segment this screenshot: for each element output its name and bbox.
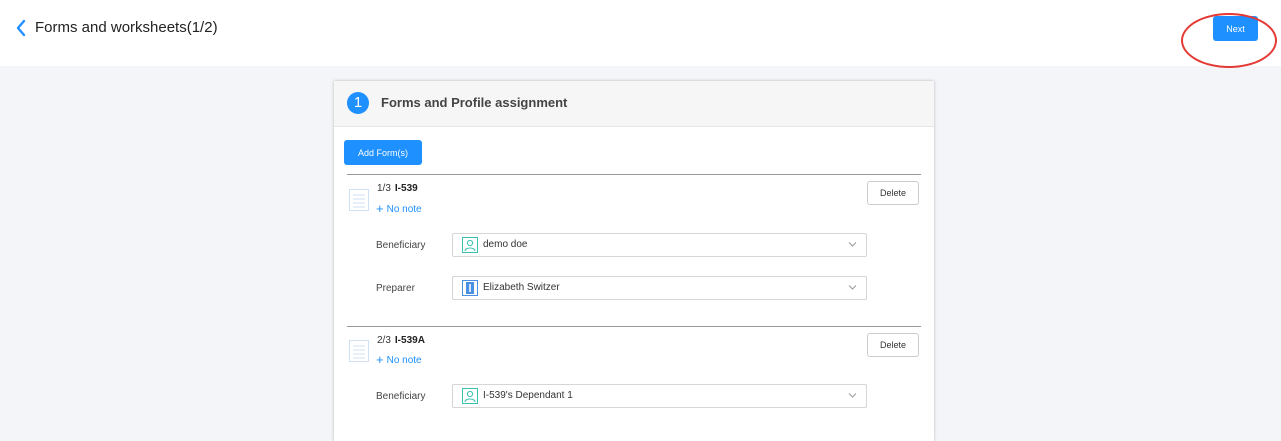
add-note-link[interactable]: + No note xyxy=(376,352,422,367)
form-document-icon xyxy=(349,189,369,211)
form-header: 1/3 I-539 xyxy=(377,183,418,194)
card-header: 1 Forms and Profile assignment xyxy=(334,81,934,127)
delete-form-button[interactable]: Delete xyxy=(867,181,919,205)
chevron-left-icon[interactable] xyxy=(14,18,30,38)
form-divider xyxy=(347,174,921,175)
page-title: Forms and worksheets(1/2) xyxy=(35,19,218,36)
plus-icon: + xyxy=(376,201,384,216)
chevron-down-icon xyxy=(848,393,857,398)
beneficiary-value: demo doe xyxy=(483,239,528,250)
preparer-value: Elizabeth Switzer xyxy=(483,282,560,293)
card-title: Forms and Profile assignment xyxy=(381,95,568,110)
preparer-badge-icon xyxy=(462,280,478,296)
form-code: I-539A xyxy=(394,335,425,346)
add-forms-button[interactable]: Add Form(s) xyxy=(344,140,422,165)
form-document-icon xyxy=(349,340,369,362)
plus-icon: + xyxy=(376,352,384,367)
header-bar: Forms and worksheets(1/2) Next xyxy=(0,0,1281,66)
note-label: No note xyxy=(386,204,422,215)
preparer-select[interactable]: Elizabeth Switzer xyxy=(452,276,867,300)
preparer-label: Preparer xyxy=(376,283,415,294)
chevron-down-icon xyxy=(848,285,857,290)
beneficiary-value: I-539's Dependant 1 xyxy=(483,390,573,401)
form-position: 1/3 xyxy=(377,183,391,194)
note-label: No note xyxy=(386,355,422,366)
form-position: 2/3 xyxy=(377,335,391,346)
add-note-link[interactable]: + No note xyxy=(376,201,422,216)
step-number-badge: 1 xyxy=(347,92,369,114)
form-code: I-539 xyxy=(394,183,418,194)
form-divider xyxy=(347,326,921,327)
beneficiary-select[interactable]: demo doe xyxy=(452,233,867,257)
person-icon xyxy=(462,388,478,404)
next-button[interactable]: Next xyxy=(1213,16,1258,41)
chevron-down-icon xyxy=(848,242,857,247)
forms-card: 1 Forms and Profile assignment Add Form(… xyxy=(334,81,934,441)
delete-form-button[interactable]: Delete xyxy=(867,333,919,357)
beneficiary-label: Beneficiary xyxy=(376,391,426,402)
person-icon xyxy=(462,237,478,253)
beneficiary-select[interactable]: I-539's Dependant 1 xyxy=(452,384,867,408)
form-header: 2/3 I-539A xyxy=(377,335,425,346)
beneficiary-label: Beneficiary xyxy=(376,240,426,251)
